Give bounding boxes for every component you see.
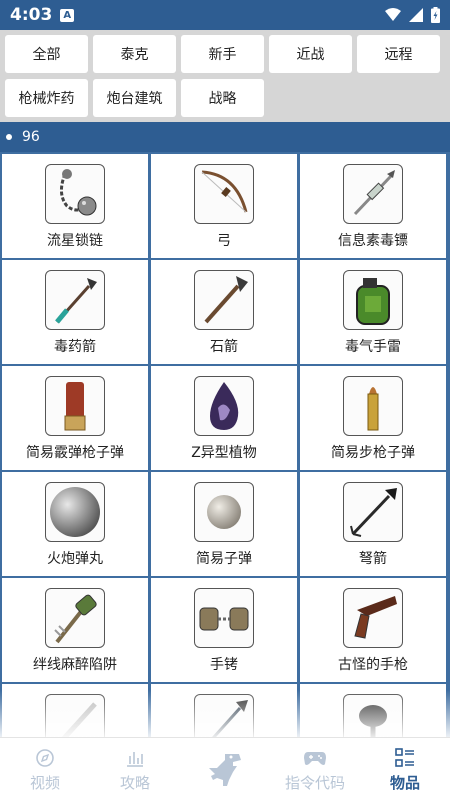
stone-arrow-icon bbox=[194, 270, 254, 330]
nav-label: 指令代码 bbox=[284, 773, 345, 792]
item-card-crossbow-bolt[interactable]: 弩箭 bbox=[300, 472, 446, 576]
chart-icon bbox=[125, 747, 145, 769]
shotgun-shell-icon bbox=[45, 376, 105, 436]
item-label: 简易子弹 bbox=[196, 551, 252, 567]
filter-strategy-button[interactable]: 战略 bbox=[181, 79, 264, 117]
battery-icon bbox=[431, 7, 440, 23]
item-label: 信息素毒镖 bbox=[338, 233, 408, 249]
wifi-icon bbox=[385, 8, 401, 21]
nav-label: 物品 bbox=[389, 773, 420, 792]
item-card-z-plant[interactable]: Z异型植物 bbox=[151, 366, 297, 470]
item-label: 流星锁链 bbox=[47, 233, 103, 249]
item-card-bow[interactable]: 弓 bbox=[151, 154, 297, 258]
item-label: Z异型植物 bbox=[191, 445, 257, 461]
item-label: 古怪的手枪 bbox=[338, 657, 408, 673]
bow-icon bbox=[194, 164, 254, 224]
compass-icon bbox=[35, 747, 55, 769]
item-label: 手铐 bbox=[210, 657, 238, 673]
simple-bullet-icon bbox=[194, 482, 254, 542]
item-grid: 流星锁链 弓 信息素毒镖 毒药箭 石箭 毒气手雷 简易霰弹枪子弹 Z异型植物 简… bbox=[0, 152, 450, 737]
scroll-fade-overlay bbox=[0, 690, 450, 738]
item-label: 石箭 bbox=[210, 339, 238, 355]
filter-melee-button[interactable]: 近战 bbox=[269, 35, 352, 73]
nav-label: 视频 bbox=[29, 773, 60, 792]
gas-grenade-icon bbox=[343, 270, 403, 330]
nav-command-codes[interactable]: 指令代码 bbox=[270, 738, 360, 800]
item-label: 弩箭 bbox=[359, 551, 387, 567]
item-label: 毒药箭 bbox=[54, 339, 96, 355]
count-dot-icon bbox=[6, 134, 12, 140]
dino-icon bbox=[205, 750, 245, 786]
nav-videos[interactable]: 视频 bbox=[0, 738, 90, 800]
status-bar: 4:03 A bbox=[0, 0, 450, 30]
item-card-shotgun-shell[interactable]: 简易霰弹枪子弹 bbox=[2, 366, 148, 470]
rifle-bullet-icon bbox=[343, 376, 403, 436]
notification-icon: A bbox=[60, 8, 75, 22]
filter-ranged-button[interactable]: 远程 bbox=[357, 35, 440, 73]
gamepad-icon bbox=[304, 747, 326, 769]
item-card-tripwire-trap[interactable]: 绊线麻醉陷阱 bbox=[2, 578, 148, 682]
filter-beginner-button[interactable]: 新手 bbox=[181, 35, 264, 73]
item-card-strange-pistol[interactable]: 古怪的手枪 bbox=[300, 578, 446, 682]
item-card-poison-arrow[interactable]: 毒药箭 bbox=[2, 260, 148, 364]
item-card-stone-arrow[interactable]: 石箭 bbox=[151, 260, 297, 364]
item-label: 简易霰弹枪子弹 bbox=[26, 445, 124, 461]
item-label: 毒气手雷 bbox=[345, 339, 401, 355]
pheromone-dart-icon bbox=[343, 164, 403, 224]
item-card-gas-grenade[interactable]: 毒气手雷 bbox=[300, 260, 446, 364]
z-plant-seed-icon bbox=[194, 376, 254, 436]
chain-flail-icon bbox=[45, 164, 105, 224]
signal-icon bbox=[409, 8, 423, 22]
cannon-ball-icon bbox=[45, 482, 105, 542]
crossbow-bolt-icon bbox=[343, 482, 403, 542]
item-card-simple-bullet[interactable]: 简易子弹 bbox=[151, 472, 297, 576]
item-card-meteor-chain[interactable]: 流星锁链 bbox=[2, 154, 148, 258]
item-label: 绊线麻醉陷阱 bbox=[33, 657, 117, 673]
nav-label: 攻略 bbox=[119, 773, 150, 792]
tripwire-trap-icon bbox=[45, 588, 105, 648]
item-label: 弓 bbox=[217, 233, 231, 249]
item-card-rifle-bullet[interactable]: 简易步枪子弹 bbox=[300, 366, 446, 470]
item-label: 火炮弹丸 bbox=[47, 551, 103, 567]
bottom-nav: 视频 攻略 指令代码 物品 bbox=[0, 737, 450, 800]
handcuffs-icon bbox=[194, 588, 254, 648]
filter-turrets-structures-button[interactable]: 炮台建筑 bbox=[93, 79, 176, 117]
item-card-pheromone-dart[interactable]: 信息素毒镖 bbox=[300, 154, 446, 258]
nav-home-dino[interactable] bbox=[180, 738, 270, 800]
filter-tek-button[interactable]: 泰克 bbox=[93, 35, 176, 73]
filter-guns-explosives-button[interactable]: 枪械炸药 bbox=[5, 79, 88, 117]
nav-items[interactable]: 物品 bbox=[360, 738, 450, 800]
item-label: 简易步枪子弹 bbox=[331, 445, 415, 461]
flare-gun-icon bbox=[343, 588, 403, 648]
filter-all-button[interactable]: 全部 bbox=[5, 35, 88, 73]
grid-list-icon bbox=[395, 747, 415, 769]
item-count: 96 bbox=[22, 129, 40, 145]
item-card-handcuffs[interactable]: 手铐 bbox=[151, 578, 297, 682]
nav-guides[interactable]: 攻略 bbox=[90, 738, 180, 800]
item-card-cannon-ball[interactable]: 火炮弹丸 bbox=[2, 472, 148, 576]
item-count-bar: 96 bbox=[0, 122, 450, 152]
category-filter-panel: 全部 泰克 新手 近战 远程 枪械炸药 炮台建筑 战略 bbox=[0, 30, 450, 122]
poison-arrow-icon bbox=[45, 270, 105, 330]
status-time: 4:03 bbox=[10, 5, 53, 25]
